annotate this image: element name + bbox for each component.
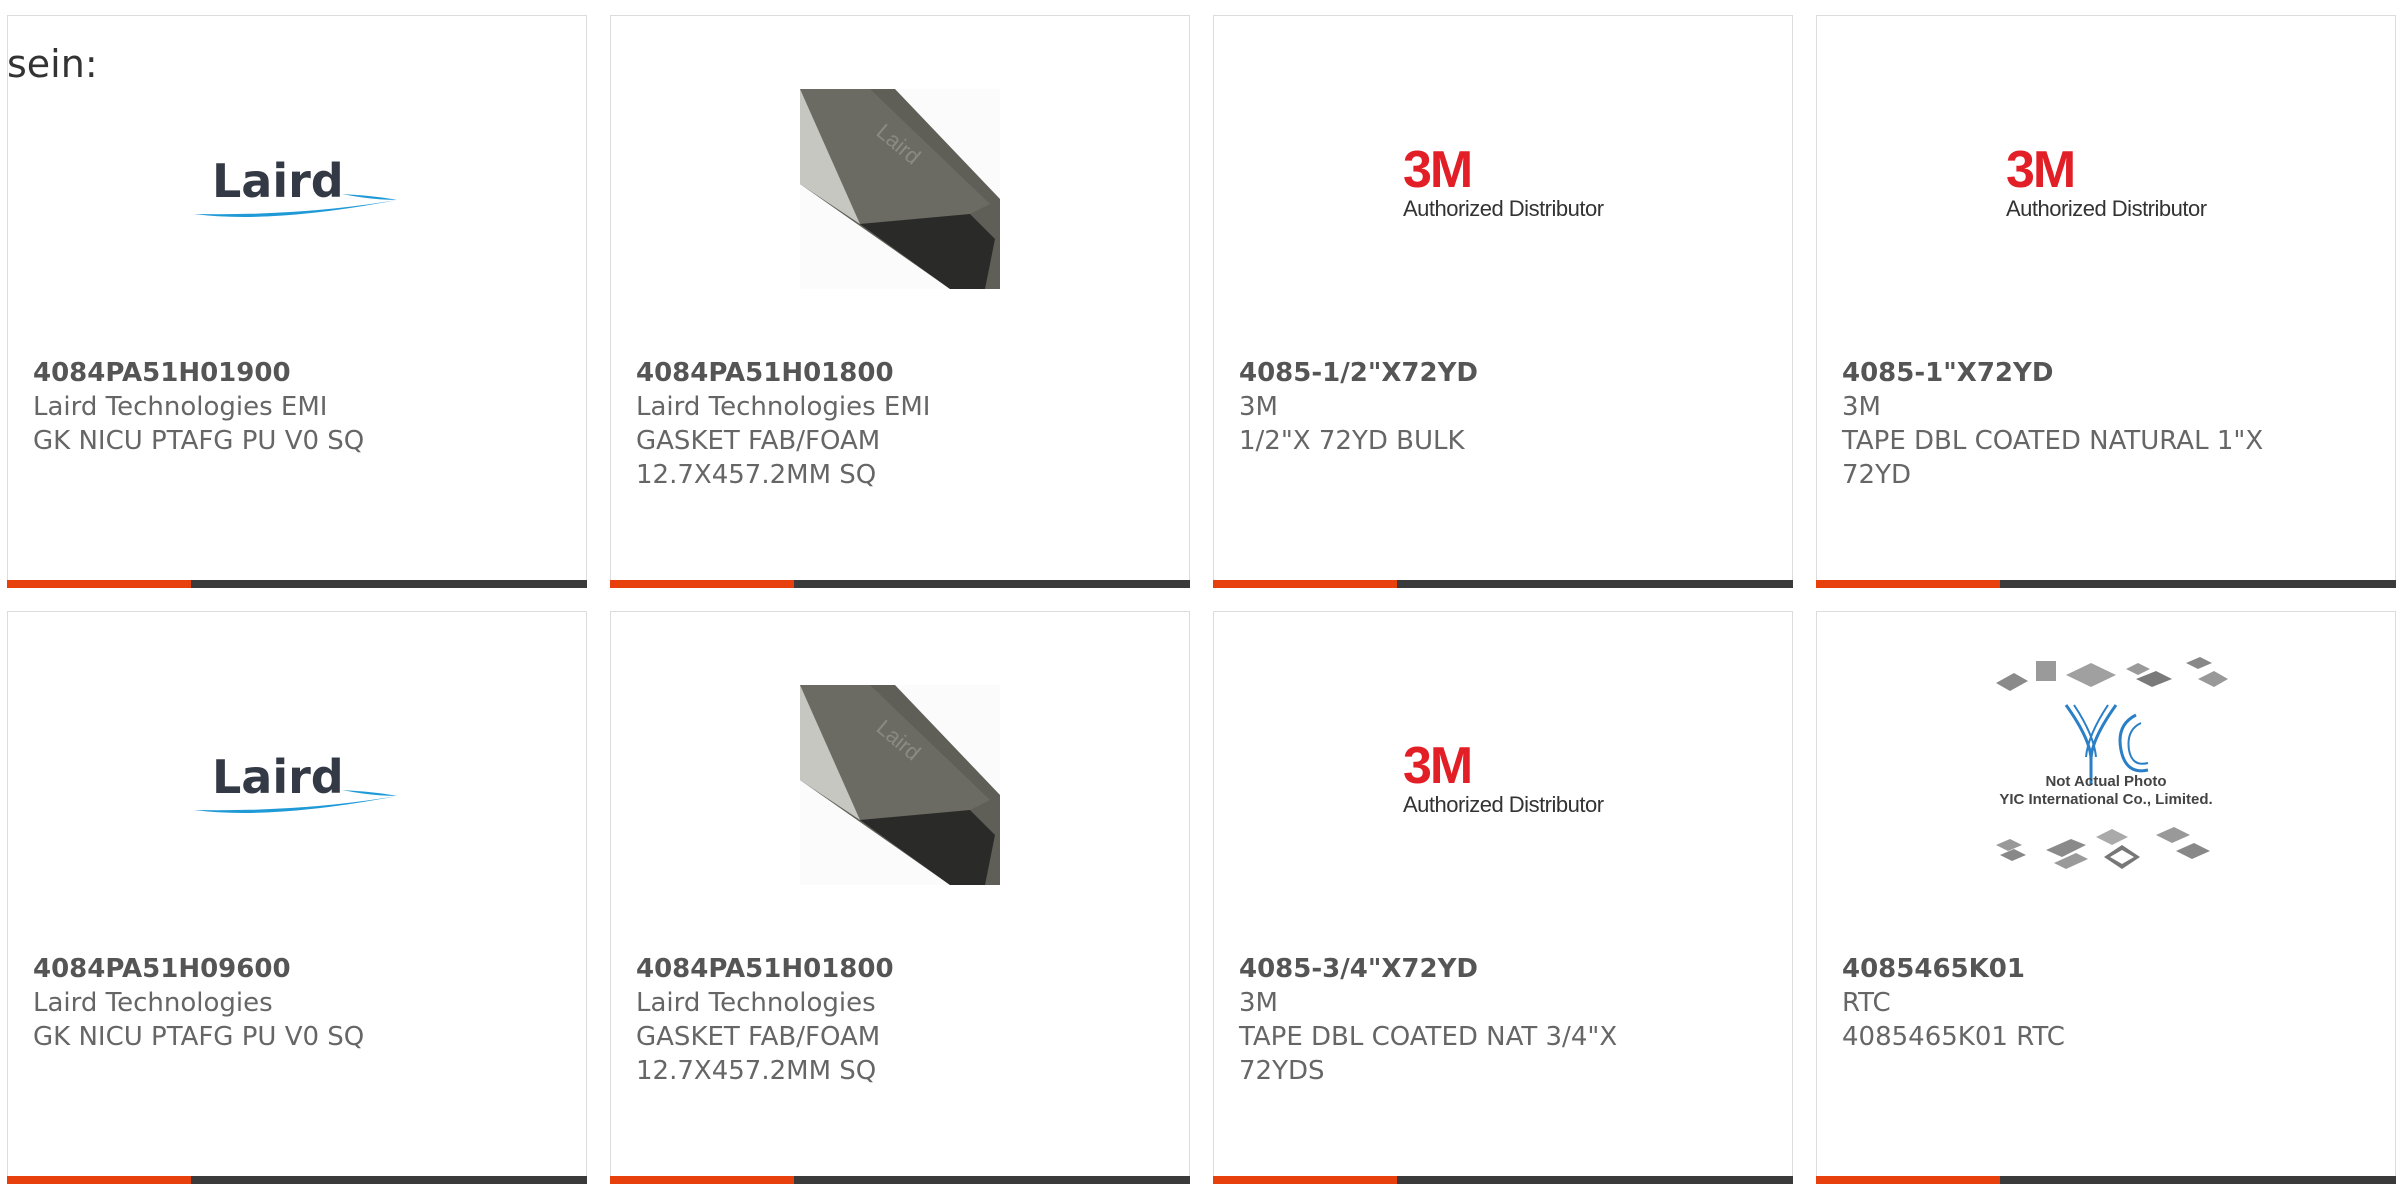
- card-bar: [7, 580, 587, 588]
- manufacturer: Laird Technologies EMI: [636, 392, 931, 422]
- part-number[interactable]: 4085-1/2"X72YD: [1239, 356, 1772, 390]
- product-image[interactable]: 3M Authorized Distributor: [1214, 672, 1792, 897]
- description: GASKET FAB/FOAM 12.7X457.2MM SQ: [636, 426, 881, 490]
- product-image[interactable]: 3M Authorized Distributor: [1214, 76, 1792, 301]
- manufacturer: 3M: [1239, 988, 1278, 1018]
- part-number[interactable]: 4084PA51H01900: [33, 356, 566, 390]
- 3m-logo-subtitle: Authorized Distributor: [2006, 195, 2207, 221]
- product-image[interactable]: Laird: [611, 672, 1189, 897]
- 3m-logo: 3M Authorized Distributor: [1403, 140, 1604, 234]
- description: 4085465K01 RTC: [1842, 1022, 2065, 1052]
- product-image[interactable]: 3M Authorized Distributor: [1817, 76, 2395, 301]
- description: 1/2"X 72YD BULK: [1239, 426, 1465, 456]
- card-bar: [1816, 1176, 2396, 1184]
- part-number[interactable]: 4085465K01: [1842, 952, 2375, 986]
- product-card[interactable]: 3M Authorized Distributor 4085-1"X72YD 3…: [1816, 15, 2396, 588]
- 3m-logo-subtitle: Authorized Distributor: [1403, 791, 1604, 817]
- manufacturer: Laird Technologies: [636, 988, 876, 1018]
- laird-swoosh-icon: [194, 193, 397, 217]
- manufacturer: 3M: [1842, 392, 1881, 422]
- product-card[interactable]: Laird 4084PA51H09600 Laird Technologies …: [7, 611, 587, 1184]
- 3m-logo-mark: 3M: [2006, 140, 2076, 199]
- manufacturer: Laird Technologies: [33, 988, 273, 1018]
- part-number[interactable]: 4085-1"X72YD: [1842, 356, 2375, 390]
- gasket-photo: Laird: [800, 684, 1000, 885]
- card-bar: [1816, 580, 2396, 588]
- card-bar: [1213, 580, 1793, 588]
- product-card[interactable]: Laird 4084PA51H01900 Laird Technologies …: [7, 15, 587, 588]
- description: TAPE DBL COATED NATURAL 1"X 72YD: [1842, 426, 2264, 490]
- 3m-logo: 3M Authorized Distributor: [1403, 736, 1604, 830]
- 3m-logo-mark: 3M: [1403, 736, 1473, 795]
- part-number[interactable]: 4084PA51H09600: [33, 952, 566, 986]
- product-image[interactable]: Not Actual Photo YIC International Co., …: [1817, 652, 2395, 877]
- description: GK NICU PTAFG PU V0 SQ: [33, 1022, 365, 1052]
- laird-swoosh-icon: [194, 789, 397, 813]
- product-image[interactable]: Laird: [8, 672, 586, 897]
- 3m-logo-mark: 3M: [1403, 140, 1473, 199]
- description: GASKET FAB/FOAM 12.7X457.2MM SQ: [636, 1022, 881, 1086]
- product-image[interactable]: Laird: [611, 76, 1189, 301]
- laird-logo: Laird: [192, 750, 402, 820]
- manufacturer: 3M: [1239, 392, 1278, 422]
- chips-icon: [1996, 656, 2228, 869]
- manufacturer: Laird Technologies EMI: [33, 392, 328, 422]
- description: GK NICU PTAFG PU V0 SQ: [33, 426, 365, 456]
- 3m-logo-subtitle: Authorized Distributor: [1403, 195, 1604, 221]
- part-number[interactable]: 4085-3/4"X72YD: [1239, 952, 1772, 986]
- product-card[interactable]: Laird 4084PA51H01800 Laird Technologies …: [610, 611, 1190, 1184]
- description: TAPE DBL COATED NAT 3/4"X 72YDS: [1239, 1022, 1618, 1086]
- product-grid: Laird 4084PA51H01900 Laird Technologies …: [7, 15, 2396, 1184]
- part-number[interactable]: 4084PA51H01800: [636, 356, 1169, 390]
- yic-line-2: YIC International Co., Limited.: [1999, 790, 2213, 808]
- product-card[interactable]: Laird 4084PA51H01800 Laird Technologies …: [610, 15, 1190, 588]
- gasket-photo: Laird: [800, 88, 1000, 289]
- card-bar: [610, 1176, 1190, 1184]
- product-card[interactable]: 3M Authorized Distributor 4085-1/2"X72YD…: [1213, 15, 1793, 588]
- card-bar: [7, 1176, 587, 1184]
- laird-logo: Laird: [192, 154, 402, 224]
- product-card[interactable]: Not Actual Photo YIC International Co., …: [1816, 611, 2396, 1184]
- intro-text: sein:: [7, 42, 98, 86]
- yic-line-1: Not Actual Photo: [2045, 772, 2167, 790]
- product-image[interactable]: Laird: [8, 76, 586, 301]
- manufacturer: RTC: [1842, 988, 1891, 1018]
- part-number[interactable]: 4084PA51H01800: [636, 952, 1169, 986]
- card-bar: [1213, 1176, 1793, 1184]
- product-card[interactable]: 3M Authorized Distributor 4085-3/4"X72YD…: [1213, 611, 1793, 1184]
- 3m-logo: 3M Authorized Distributor: [2006, 140, 2207, 234]
- yic-placeholder: Not Actual Photo YIC International Co., …: [1976, 645, 2236, 885]
- card-bar: [610, 580, 1190, 588]
